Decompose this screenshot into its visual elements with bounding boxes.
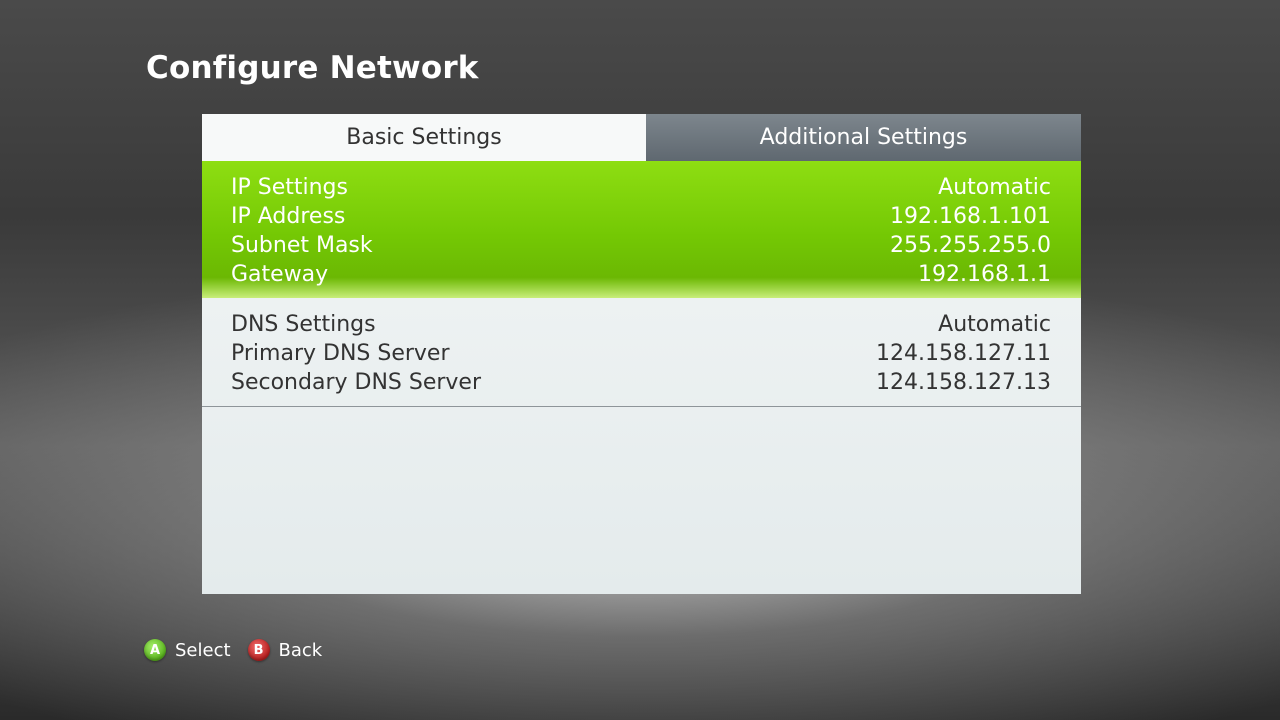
- setting-label: Secondary DNS Server: [231, 370, 482, 395]
- setting-label: Gateway: [231, 262, 329, 287]
- b-button-icon: B: [247, 639, 270, 661]
- primary-dns-row[interactable]: Primary DNS Server 124.158.127.11: [202, 339, 1081, 368]
- setting-label: IP Settings: [231, 175, 348, 200]
- tab-bar: Basic Settings Additional Settings: [202, 114, 1081, 161]
- ip-settings-row[interactable]: IP Settings Automatic: [202, 173, 1081, 202]
- ip-address-row[interactable]: IP Address 192.168.1.101: [202, 202, 1081, 231]
- tab-basic-settings[interactable]: Basic Settings: [202, 114, 646, 161]
- setting-value: 255.255.255.0: [890, 233, 1051, 258]
- select-label: Select: [175, 639, 231, 661]
- setting-label: DNS Settings: [231, 312, 376, 337]
- page-title: Configure Network: [146, 50, 479, 86]
- setting-value: Automatic: [938, 175, 1051, 200]
- setting-label: IP Address: [231, 204, 346, 229]
- back-hint[interactable]: B Back: [247, 639, 323, 661]
- setting-value: Automatic: [938, 312, 1051, 337]
- setting-label: Primary DNS Server: [231, 341, 450, 366]
- setting-value: 192.168.1.101: [890, 204, 1051, 229]
- network-settings-panel: Basic Settings Additional Settings IP Se…: [202, 114, 1081, 594]
- setting-value: 124.158.127.13: [876, 370, 1051, 395]
- dns-settings-group[interactable]: DNS Settings Automatic Primary DNS Serve…: [202, 310, 1081, 397]
- a-button-icon: A: [144, 639, 166, 661]
- setting-value: 192.168.1.1: [918, 262, 1051, 287]
- dns-settings-row[interactable]: DNS Settings Automatic: [202, 310, 1081, 339]
- button-hints: A Select B Back: [144, 639, 322, 661]
- setting-value: 124.158.127.11: [876, 341, 1051, 366]
- section-divider: [202, 406, 1081, 407]
- back-label: Back: [278, 639, 323, 661]
- secondary-dns-row[interactable]: Secondary DNS Server 124.158.127.13: [202, 368, 1081, 397]
- setting-label: Subnet Mask: [231, 233, 373, 258]
- gateway-row[interactable]: Gateway 192.168.1.1: [202, 260, 1081, 289]
- subnet-mask-row[interactable]: Subnet Mask 255.255.255.0: [202, 231, 1081, 260]
- ip-settings-group[interactable]: IP Settings Automatic IP Address 192.168…: [202, 161, 1081, 298]
- tab-additional-settings[interactable]: Additional Settings: [646, 114, 1081, 161]
- select-hint[interactable]: A Select: [144, 639, 231, 661]
